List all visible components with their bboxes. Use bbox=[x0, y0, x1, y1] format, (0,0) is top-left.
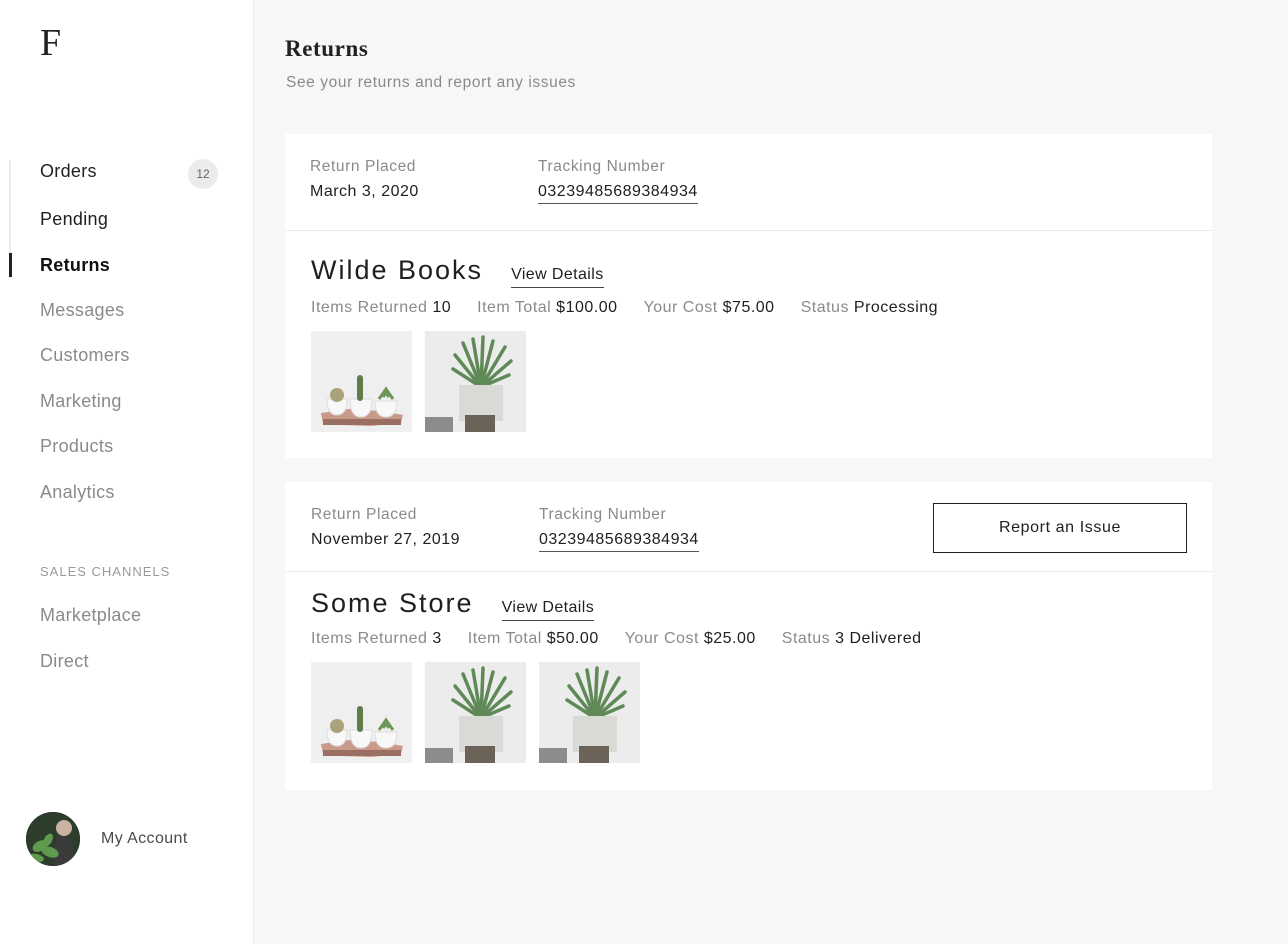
items-returned-label: Items Returned bbox=[311, 299, 428, 316]
your-cost-stat: Your Cost $25.00 bbox=[625, 630, 756, 648]
store-name: Some Store bbox=[311, 588, 474, 618]
return-stats: Items Returned 3 Item Total $50.00 Your … bbox=[311, 630, 948, 648]
return-card-header: Return Placed November 27, 2019 Tracking… bbox=[285, 482, 1212, 572]
sidebar-item-pending[interactable]: Pending bbox=[40, 209, 108, 230]
cactus-trio-icon[interactable] bbox=[311, 662, 412, 763]
return-card: Return Placed November 27, 2019 Tracking… bbox=[285, 482, 1212, 790]
cactus-trio-icon[interactable] bbox=[311, 331, 412, 432]
product-thumbnails bbox=[311, 331, 539, 432]
tracking-number-block: Tracking Number 03239485689384934 bbox=[538, 158, 698, 204]
product-thumbnails bbox=[311, 662, 653, 763]
return-placed-block: Return Placed November 27, 2019 bbox=[311, 506, 460, 549]
item-total-value: $100.00 bbox=[556, 299, 618, 316]
sales-channels-heading: SALES CHANNELS bbox=[40, 564, 171, 579]
return-card-header: Return Placed March 3, 2020 Tracking Num… bbox=[285, 134, 1212, 231]
tracking-number-label: Tracking Number bbox=[539, 506, 667, 523]
your-cost-stat: Your Cost $75.00 bbox=[644, 299, 775, 317]
items-returned-label: Items Returned bbox=[311, 630, 428, 647]
item-total-value: $50.00 bbox=[546, 630, 599, 647]
your-cost-value: $75.00 bbox=[722, 299, 775, 316]
item-total-stat: Item Total $100.00 bbox=[477, 299, 617, 317]
status-stat: Status 3 Delivered bbox=[782, 630, 922, 648]
report-issue-button[interactable]: Report an Issue bbox=[933, 503, 1187, 553]
return-placed-label: Return Placed bbox=[310, 158, 417, 175]
items-returned-stat: Items Returned 3 bbox=[311, 630, 442, 648]
sidebar: F Orders 12 Pending Returns Messages Cus… bbox=[0, 0, 254, 944]
return-placed-label: Return Placed bbox=[311, 506, 418, 523]
sidebar-item-messages[interactable]: Messages bbox=[40, 300, 124, 321]
status-value: Processing bbox=[853, 299, 939, 316]
succulent-pot-icon[interactable] bbox=[539, 662, 640, 763]
sidebar-item-returns[interactable]: Returns bbox=[40, 255, 110, 276]
my-account-label: My Account bbox=[101, 830, 188, 847]
tracking-number-link[interactable]: 03239485689384934 bbox=[539, 531, 699, 552]
sidebar-item-marketing[interactable]: Marketing bbox=[40, 391, 122, 412]
your-cost-label: Your Cost bbox=[624, 630, 699, 647]
page-subtitle: See your returns and report any issues bbox=[286, 74, 576, 91]
tracking-number-block: Tracking Number 03239485689384934 bbox=[539, 506, 699, 552]
sidebar-item-products[interactable]: Products bbox=[40, 436, 113, 457]
return-placed-date: November 27, 2019 bbox=[311, 531, 461, 548]
status-label: Status bbox=[781, 630, 831, 647]
store-row: Wilde Books View Details bbox=[311, 255, 604, 288]
status-value: 3 Delivered bbox=[835, 630, 922, 647]
my-account-link[interactable]: My Account bbox=[26, 812, 188, 866]
item-total-label: Item Total bbox=[467, 630, 542, 647]
page-title: Returns bbox=[285, 36, 369, 61]
sidebar-item-direct[interactable]: Direct bbox=[40, 651, 89, 672]
view-details-link[interactable]: View Details bbox=[501, 599, 595, 621]
items-returned-stat: Items Returned 10 bbox=[311, 299, 451, 317]
nav-active-indicator bbox=[9, 253, 12, 277]
store-row: Some Store View Details bbox=[311, 588, 595, 621]
items-returned-value: 10 bbox=[432, 299, 452, 316]
items-returned-value: 3 bbox=[432, 630, 442, 647]
tracking-number-label: Tracking Number bbox=[538, 158, 666, 175]
sidebar-item-analytics[interactable]: Analytics bbox=[40, 482, 115, 503]
your-cost-label: Your Cost bbox=[643, 299, 718, 316]
status-stat: Status Processing bbox=[801, 299, 938, 317]
sidebar-item-orders[interactable]: Orders bbox=[40, 161, 97, 182]
item-total-stat: Item Total $50.00 bbox=[468, 630, 599, 648]
avatar bbox=[26, 812, 80, 866]
sidebar-item-customers[interactable]: Customers bbox=[40, 345, 130, 366]
item-total-label: Item Total bbox=[477, 299, 552, 316]
return-placed-date: March 3, 2020 bbox=[310, 183, 419, 200]
return-card: Return Placed March 3, 2020 Tracking Num… bbox=[285, 134, 1212, 458]
status-label: Status bbox=[800, 299, 849, 316]
return-placed-block: Return Placed March 3, 2020 bbox=[310, 158, 419, 201]
tracking-number-link[interactable]: 03239485689384934 bbox=[538, 183, 698, 204]
view-details-link[interactable]: View Details bbox=[511, 266, 604, 288]
return-stats: Items Returned 10 Item Total $100.00 You… bbox=[311, 299, 964, 317]
orders-count-badge: 12 bbox=[188, 159, 218, 189]
succulent-pot-icon[interactable] bbox=[425, 331, 526, 432]
sidebar-item-marketplace[interactable]: Marketplace bbox=[40, 605, 141, 626]
succulent-pot-icon[interactable] bbox=[425, 662, 526, 763]
your-cost-value: $25.00 bbox=[703, 630, 756, 647]
brand-logo[interactable]: F bbox=[40, 24, 61, 62]
store-name: Wilde Books bbox=[311, 255, 484, 285]
